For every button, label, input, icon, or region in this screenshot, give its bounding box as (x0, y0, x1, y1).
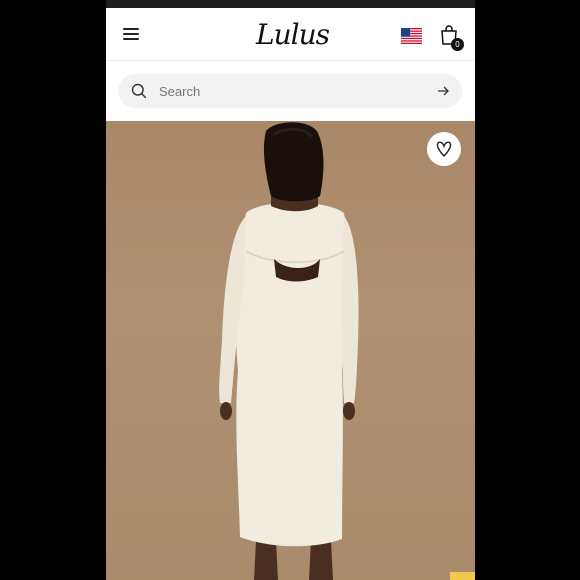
search-input[interactable] (159, 80, 419, 102)
search-section (106, 61, 475, 121)
status-bar (106, 0, 475, 8)
model-photo (219, 122, 359, 580)
shopping-bag-icon[interactable]: 0 (440, 25, 464, 51)
brand-logo[interactable]: Lulus (256, 18, 330, 51)
search-icon (131, 83, 147, 99)
left-letterbox (0, 0, 106, 580)
chat-tab[interactable] (450, 572, 475, 580)
product-image[interactable] (106, 121, 475, 580)
favorite-button[interactable] (427, 132, 461, 166)
hamburger-menu-icon[interactable] (123, 28, 139, 40)
site-header: Lulus 0 (106, 8, 475, 60)
heart-icon (436, 141, 452, 157)
right-letterbox (475, 0, 580, 580)
cart-count-badge: 0 (451, 38, 464, 51)
us-flag-icon[interactable] (401, 28, 422, 44)
search-bar[interactable] (118, 74, 462, 108)
arrow-right-icon[interactable] (436, 84, 450, 98)
mobile-screen: Lulus 0 (106, 0, 475, 580)
